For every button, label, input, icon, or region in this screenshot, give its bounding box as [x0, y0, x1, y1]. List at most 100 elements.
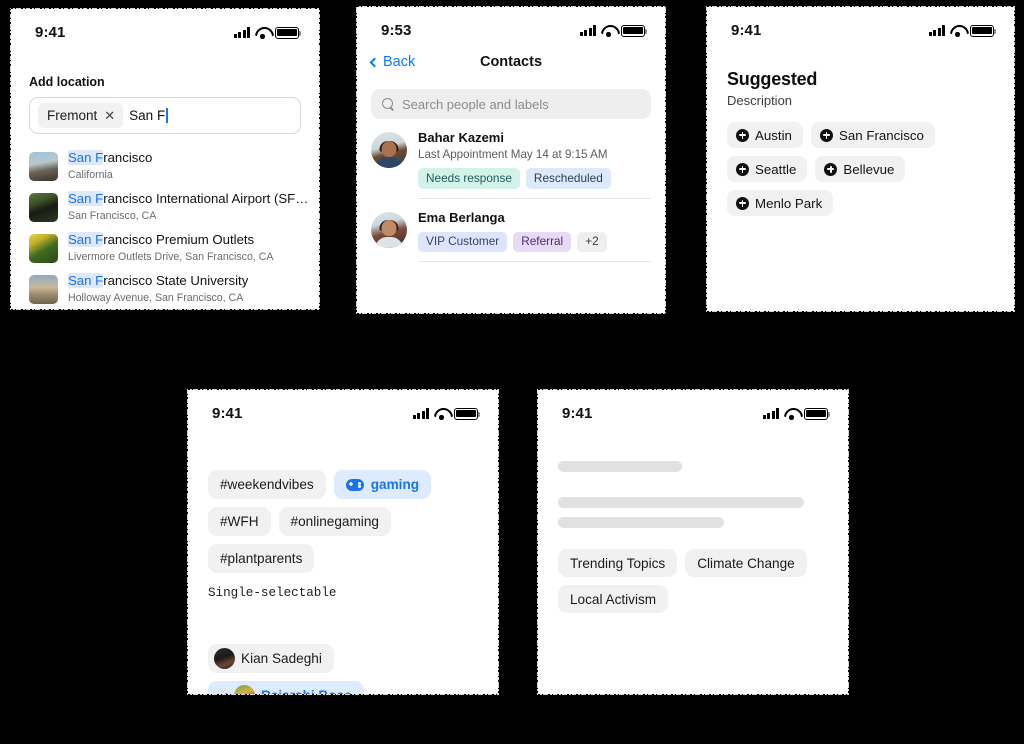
- back-button[interactable]: Back: [369, 54, 416, 70]
- status-badge[interactable]: Referral: [513, 231, 572, 253]
- avatar: [371, 211, 407, 248]
- list-item[interactable]: San Francisco State University Holloway …: [29, 268, 301, 309]
- result-title: San Francisco State University: [68, 273, 249, 288]
- hashtag-chip-plantparents[interactable]: #plantparents: [208, 544, 315, 573]
- section-title: Suggested: [727, 69, 818, 89]
- avatar: [371, 132, 407, 168]
- hashtag-chip-gaming[interactable]: gaming: [333, 470, 432, 499]
- topic-chip-local-activism[interactable]: Local Activism: [558, 585, 669, 613]
- status-badge[interactable]: Needs response: [418, 168, 520, 189]
- wifi-icon: [434, 408, 449, 420]
- navigation-bar: Back Contacts: [357, 45, 665, 79]
- phone-screen: 9:53 Back Contacts Search people and lab…: [356, 6, 666, 314]
- chip-label: Climate Change: [697, 555, 795, 571]
- result-subtitle: Holloway Avenue, San Francisco, CA: [68, 291, 244, 304]
- battery-icon: [804, 407, 831, 420]
- skeleton-line: [558, 461, 682, 472]
- hashtag-chip-onlinegaming[interactable]: #onlinegaming: [278, 507, 391, 536]
- plus-circle-icon: [736, 128, 749, 142]
- topic-chip-climate-change[interactable]: Climate Change: [685, 549, 807, 577]
- city-thumbnail: [29, 152, 58, 181]
- list-item[interactable]: San Francisco Premium Outlets Livermore …: [29, 227, 301, 268]
- suggested-chip-austin[interactable]: Austin: [727, 122, 803, 148]
- chip-label: #plantparents: [220, 551, 303, 566]
- person-chip-rajarshi-bose[interactable]: Rajarshi Bose: [208, 681, 364, 694]
- chip-label: gaming: [370, 477, 420, 492]
- battery-icon: [970, 24, 997, 37]
- horse-thumbnail: [29, 193, 58, 222]
- wifi-icon: [950, 25, 965, 37]
- status-time: 9:41: [35, 24, 66, 41]
- close-icon[interactable]: ✕: [104, 109, 115, 122]
- screenshot-canvas: 9:41 Add location Fremont ✕ San F San Fr…: [0, 0, 1024, 744]
- topic-chip-group: Trending Topics Climate Change Local Act…: [558, 549, 828, 613]
- phone-screen: 9:41 Suggested Description Austin San Fr…: [706, 6, 1015, 312]
- label-chips: Needs response Rescheduled: [418, 168, 651, 189]
- chip-label: San Francisco: [838, 127, 924, 143]
- location-results-list: San Francisco California San Francisco I…: [29, 145, 314, 309]
- location-token-field[interactable]: Fremont ✕ San F: [29, 97, 301, 134]
- chip-label: Local Activism: [570, 591, 657, 607]
- single-selectable-caption: Single-selectable: [208, 586, 337, 600]
- skeleton-line: [558, 517, 724, 528]
- chip-label: #onlinegaming: [290, 514, 379, 529]
- plus-circle-icon: [736, 196, 749, 210]
- location-search-input[interactable]: San F: [129, 108, 170, 123]
- chip-label: #WFH: [220, 514, 259, 529]
- text-caret: [166, 108, 168, 123]
- signal-bars-icon: [412, 408, 429, 419]
- status-icons: [412, 407, 481, 420]
- panel-add-location: 9:41 Add location Fremont ✕ San F San Fr…: [10, 8, 320, 310]
- gamepad-icon: [345, 478, 364, 491]
- list-item[interactable]: San Francisco International Airport (SFO…: [29, 186, 314, 227]
- status-icons: [762, 407, 831, 420]
- suggested-chip-seattle[interactable]: Seattle: [727, 156, 808, 182]
- signal-bars-icon: [579, 25, 596, 36]
- more-labels-badge[interactable]: +2: [577, 231, 607, 253]
- wifi-icon: [784, 408, 799, 420]
- battery-icon: [454, 407, 481, 420]
- suggested-chip-menlo-park[interactable]: Menlo Park: [727, 190, 834, 216]
- chip-label: Bellevue: [843, 161, 895, 177]
- status-bar: 9:41: [707, 7, 1014, 41]
- contact-meta: Last Appointment May 14 at 9:15 AM: [418, 148, 608, 161]
- hashtag-chip-weekendvibes[interactable]: #weekendvibes: [208, 470, 326, 499]
- list-item[interactable]: San Francisco California: [29, 145, 301, 186]
- location-token-fremont[interactable]: Fremont ✕: [38, 103, 124, 128]
- chip-label: Kian Sadeghi: [241, 651, 322, 666]
- avatar: [214, 648, 235, 669]
- panel-selectable-chips: 9:41 #weekendvibes gaming #WFH #onlinega…: [187, 389, 499, 695]
- topic-chip-trending-topics[interactable]: Trending Topics: [558, 549, 678, 577]
- status-bar: 9:41: [188, 390, 498, 424]
- token-label: Fremont: [47, 108, 98, 123]
- signal-bars-icon: [762, 408, 779, 419]
- search-input[interactable]: Search people and labels: [371, 89, 651, 119]
- status-badge[interactable]: VIP Customer: [418, 231, 508, 253]
- section-description: Description: [727, 93, 793, 108]
- battery-icon: [275, 26, 302, 39]
- landscape-thumbnail: [29, 275, 58, 304]
- panel-contacts: 9:53 Back Contacts Search people and lab…: [356, 6, 666, 314]
- hashtag-chip-group: #weekendvibes gaming #WFH #onlinegaming …: [208, 470, 478, 573]
- status-time: 9:41: [731, 22, 762, 39]
- panel-suggested: 9:41 Suggested Description Austin San Fr…: [706, 6, 1015, 312]
- panel-topics: 9:41 Trending Topics Climate Change Loca…: [537, 389, 849, 695]
- hashtag-chip-wfh[interactable]: #WFH: [208, 507, 271, 536]
- suggested-chip-group: Austin San Francisco Seattle Bellevue Me…: [727, 122, 994, 216]
- people-chip-group: Kian Sadeghi Rajarshi Bose Lucas Kato: [208, 644, 478, 694]
- result-title: San Francisco Premium Outlets: [68, 232, 255, 247]
- suggested-chip-bellevue[interactable]: Bellevue: [815, 156, 906, 182]
- skeleton-line: [558, 497, 804, 508]
- result-subtitle: California: [68, 168, 113, 181]
- status-badge[interactable]: Rescheduled: [525, 168, 611, 189]
- signal-bars-icon: [928, 25, 945, 36]
- chip-label: Rajarshi Bose: [261, 688, 352, 694]
- suggested-chip-san-francisco[interactable]: San Francisco: [810, 122, 935, 148]
- chevron-left-icon: [369, 57, 380, 67]
- wifi-icon: [601, 25, 616, 37]
- contact-name: Bahar Kazemi: [418, 130, 504, 145]
- list-item[interactable]: Ema Berlanga VIP Customer Referral +2: [357, 199, 665, 262]
- back-label: Back: [383, 54, 416, 70]
- person-chip-kian-sadeghi[interactable]: Kian Sadeghi: [208, 644, 334, 673]
- list-item[interactable]: Bahar Kazemi Last Appointment May 14 at …: [357, 119, 665, 198]
